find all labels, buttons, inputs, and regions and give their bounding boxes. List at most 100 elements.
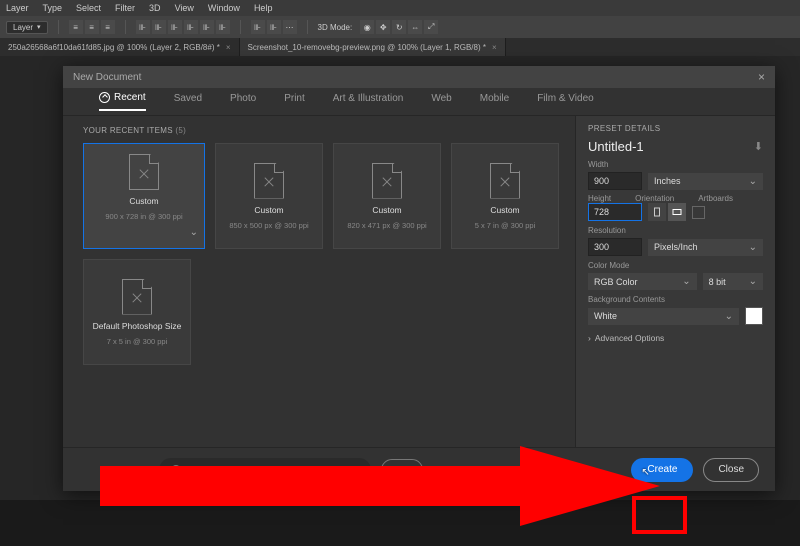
dialog-titlebar[interactable]: New Document ×: [63, 66, 775, 88]
dist-btn[interactable]: ⊪: [184, 20, 198, 34]
stock-search[interactable]: Find templates on Adobe Stock: [159, 458, 371, 482]
resolution-unit-select[interactable]: Pixels/Inch: [648, 239, 763, 256]
tab-saved[interactable]: Saved: [174, 93, 202, 110]
artboards-label: Artboards: [698, 194, 733, 203]
document-tab-label: 250a26568a6f10da61fd85.jpg @ 100% (Layer…: [8, 43, 220, 52]
create-button[interactable]: Create ↖: [631, 458, 693, 482]
close-icon[interactable]: ×: [758, 70, 765, 84]
preset-sub: 5 x 7 in @ 300 ppi: [475, 221, 536, 230]
tab-mobile[interactable]: Mobile: [480, 93, 509, 110]
save-preset-icon[interactable]: ⬇: [754, 140, 763, 153]
dist-btn[interactable]: ⊪: [136, 20, 150, 34]
more-btn[interactable]: ⋯: [283, 20, 297, 34]
document-icon: [490, 163, 520, 199]
slide-btn[interactable]: ⇔: [408, 20, 422, 34]
preset-sub: 820 x 471 px @ 300 ppi: [347, 221, 426, 230]
go-button[interactable]: Go: [381, 459, 423, 481]
separator: [240, 20, 241, 34]
align-btn[interactable]: ≡: [69, 20, 83, 34]
recent-header: YOUR RECENT ITEMS (5): [83, 126, 559, 135]
preset-name: Custom: [490, 205, 519, 215]
new-document-dialog: New Document × Recent Saved Photo Print …: [63, 66, 775, 491]
search-placeholder: Find templates on Adobe Stock: [187, 465, 312, 475]
menu-filter[interactable]: Filter: [115, 3, 135, 13]
roll-btn[interactable]: ↻: [392, 20, 406, 34]
advanced-options-toggle[interactable]: Advanced Options: [588, 333, 763, 343]
zoom-btn[interactable]: ⤢: [424, 20, 438, 34]
orientation-portrait[interactable]: [648, 203, 666, 221]
tab-photo[interactable]: Photo: [230, 93, 256, 110]
preset-name: Custom: [254, 205, 283, 215]
dist-btn[interactable]: ⊪: [216, 20, 230, 34]
target-dropdown[interactable]: Layer: [6, 21, 48, 34]
background-select[interactable]: White: [588, 308, 739, 325]
options-bar: Layer ≡ ≡ ≡ ⊪ ⊪ ⊪ ⊪ ⊪ ⊪ ⊪ ⊪ ⋯ 3D Mode: ◉…: [0, 16, 800, 38]
dist-btn[interactable]: ⊪: [168, 20, 182, 34]
tab-web[interactable]: Web: [431, 93, 451, 110]
presets-panel: YOUR RECENT ITEMS (5) Custom 900 x 728 i…: [63, 116, 575, 447]
details-header: PRESET DETAILS: [588, 124, 763, 133]
document-icon: [129, 154, 159, 190]
space-btn[interactable]: ⊪: [267, 20, 281, 34]
bit-depth-select[interactable]: 8 bit: [703, 273, 763, 290]
dialog-footer: Find templates on Adobe Stock Go Create …: [63, 447, 775, 491]
preset-item[interactable]: Custom 900 x 728 in @ 300 ppi: [83, 143, 205, 249]
document-tab[interactable]: 250a26568a6f10da61fd85.jpg @ 100% (Layer…: [0, 38, 240, 56]
preset-name: Custom: [372, 205, 401, 215]
dist-btn[interactable]: ⊪: [152, 20, 166, 34]
resolution-input[interactable]: [588, 238, 642, 256]
orientation-label: Orientation: [635, 194, 674, 203]
menu-window[interactable]: Window: [208, 3, 240, 13]
menu-view[interactable]: View: [175, 3, 194, 13]
document-tab-label: Screenshot_10-removebg-preview.png @ 100…: [248, 43, 486, 52]
tab-art[interactable]: Art & Illustration: [333, 93, 404, 110]
width-unit-select[interactable]: Inches: [648, 173, 763, 190]
menu-3d[interactable]: 3D: [149, 3, 161, 13]
mode3d-group: ◉ ✥ ↻ ⇔ ⤢: [360, 20, 438, 34]
document-tab[interactable]: Screenshot_10-removebg-preview.png @ 100…: [240, 38, 506, 56]
app-menubar: Layer Type Select Filter 3D View Window …: [0, 0, 800, 16]
tab-recent[interactable]: Recent: [99, 92, 146, 111]
menu-layer[interactable]: Layer: [6, 3, 29, 13]
close-button[interactable]: Close: [703, 458, 759, 482]
color-mode-label: Color Mode: [588, 261, 763, 270]
background-swatch[interactable]: [745, 307, 763, 325]
width-input[interactable]: [588, 172, 642, 190]
close-icon[interactable]: ×: [492, 43, 497, 52]
menu-help[interactable]: Help: [254, 3, 273, 13]
preset-item[interactable]: Custom 850 x 500 px @ 300 ppi: [215, 143, 323, 249]
align-btn[interactable]: ≡: [85, 20, 99, 34]
menu-select[interactable]: Select: [76, 3, 101, 13]
align-btn[interactable]: ≡: [101, 20, 115, 34]
background-label: Background Contents: [588, 295, 763, 304]
recent-icon: [99, 92, 110, 103]
tab-film[interactable]: Film & Video: [537, 93, 594, 110]
height-label: Height: [588, 194, 611, 203]
artboards-checkbox[interactable]: [692, 206, 705, 219]
preset-item[interactable]: Custom 820 x 471 px @ 300 ppi: [333, 143, 441, 249]
document-icon: [372, 163, 402, 199]
distribute-group: ⊪ ⊪ ⊪ ⊪ ⊪ ⊪: [136, 20, 230, 34]
orbit-btn[interactable]: ◉: [360, 20, 374, 34]
preset-sub: 850 x 500 px @ 300 ppi: [229, 221, 308, 230]
tab-print[interactable]: Print: [284, 93, 305, 110]
orientation-landscape[interactable]: [668, 203, 686, 221]
space-btn[interactable]: ⊪: [251, 20, 265, 34]
document-name[interactable]: Untitled-1: [588, 139, 644, 154]
close-icon[interactable]: ×: [226, 43, 231, 52]
preset-item[interactable]: Default Photoshop Size 7 x 5 in @ 300 pp…: [83, 259, 191, 365]
preset-name: Default Photoshop Size: [93, 321, 182, 331]
search-icon: [171, 465, 181, 475]
preset-item[interactable]: Custom 5 x 7 in @ 300 ppi: [451, 143, 559, 249]
width-label: Width: [588, 160, 763, 169]
resolution-label: Resolution: [588, 226, 763, 235]
document-icon: [122, 279, 152, 315]
menu-type[interactable]: Type: [43, 3, 63, 13]
pan-btn[interactable]: ✥: [376, 20, 390, 34]
height-input[interactable]: [588, 203, 642, 221]
color-mode-select[interactable]: RGB Color: [588, 273, 697, 290]
separator: [307, 20, 308, 34]
preset-details-panel: PRESET DETAILS Untitled-1 ⬇ Width Inches…: [575, 116, 775, 447]
cursor-icon: ↖: [641, 467, 649, 478]
dist-btn[interactable]: ⊪: [200, 20, 214, 34]
